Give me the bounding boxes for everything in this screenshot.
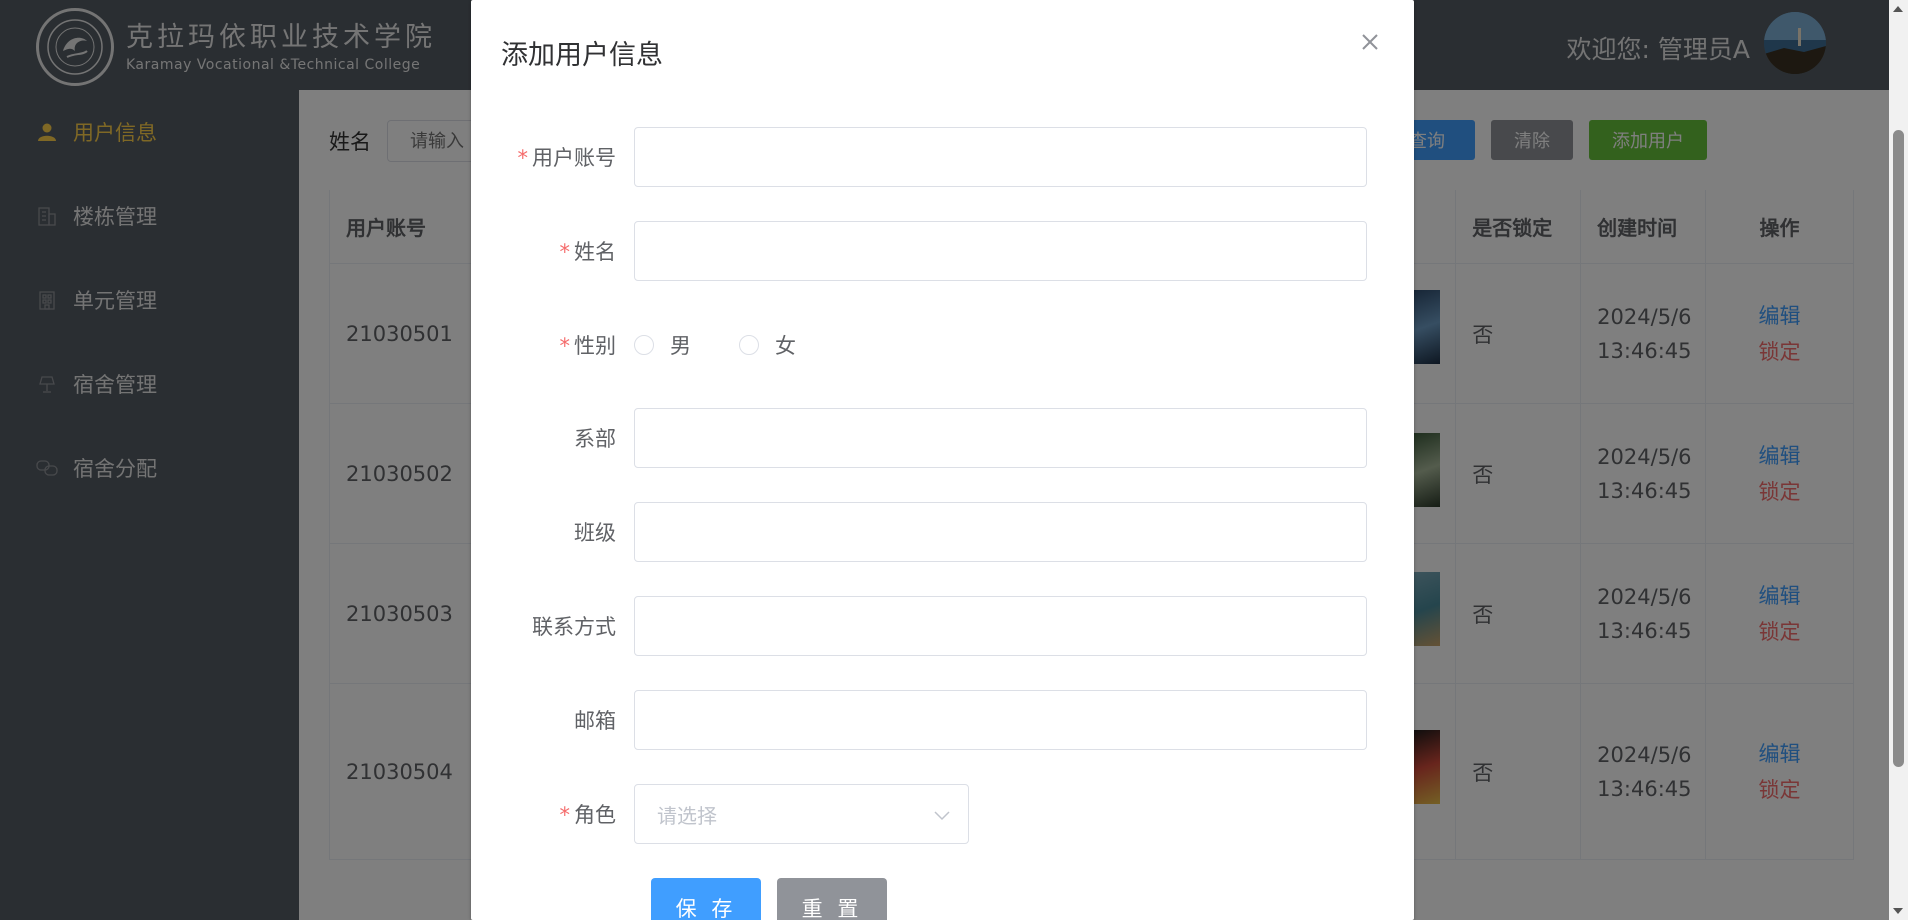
form-row-contact: 联系方式 — [471, 596, 1414, 656]
department-input[interactable] — [634, 408, 1367, 468]
name-label: 姓名 — [574, 240, 616, 264]
reset-button[interactable]: 重 置 — [777, 878, 887, 920]
form-row-class: 班级 — [471, 502, 1414, 562]
scrollbar-thumb[interactable] — [1893, 130, 1904, 767]
radio-label: 女 — [775, 334, 796, 358]
save-button[interactable]: 保 存 — [651, 878, 761, 920]
form-row-department: 系部 — [471, 408, 1414, 468]
radio-label: 男 — [670, 334, 691, 358]
dialog-title: 添加用户信息 — [501, 40, 663, 71]
gender-label: 性别 — [574, 334, 616, 358]
gender-female-radio[interactable]: 女 — [739, 330, 796, 360]
role-label: 角色 — [574, 803, 616, 827]
radio-circle[interactable] — [634, 335, 654, 355]
contact-input[interactable] — [634, 596, 1367, 656]
gender-radio-group: 男 女 — [634, 330, 844, 360]
form-row-name: * 姓名 — [471, 221, 1414, 281]
role-select[interactable]: 请选择 — [634, 784, 969, 844]
form-row-email: 邮箱 — [471, 690, 1414, 750]
radio-circle[interactable] — [739, 335, 759, 355]
department-label: 系部 — [574, 427, 616, 451]
form-row-account: * 用户账号 — [471, 127, 1414, 187]
required-mark: * — [559, 334, 571, 358]
required-mark: * — [559, 240, 571, 264]
contact-label: 联系方式 — [532, 615, 616, 639]
required-mark: * — [559, 803, 571, 827]
chevron-down-icon — [934, 802, 950, 826]
scroll-up-arrow-icon[interactable] — [1893, 6, 1903, 12]
class-input[interactable] — [634, 502, 1367, 562]
role-select-placeholder: 请选择 — [657, 803, 717, 828]
email-input[interactable] — [634, 690, 1367, 750]
name-input[interactable] — [634, 221, 1367, 281]
required-mark: * — [517, 146, 529, 170]
form-row-gender: * 性别 男 女 — [471, 315, 1414, 375]
scroll-down-arrow-icon[interactable] — [1893, 908, 1903, 914]
account-label: 用户账号 — [532, 146, 616, 170]
account-input[interactable] — [634, 127, 1367, 187]
class-label: 班级 — [574, 521, 616, 545]
close-icon[interactable] — [1356, 28, 1384, 56]
add-user-dialog: 添加用户信息 * 用户账号 * 姓名 * 性别 男 女 系部 班级 联系方式 邮箱 *… — [471, 0, 1414, 920]
page-scrollbar[interactable] — [1889, 0, 1908, 920]
form-row-role: * 角色 请选择 — [471, 784, 1414, 844]
gender-male-radio[interactable]: 男 — [634, 330, 691, 360]
email-label: 邮箱 — [574, 709, 616, 733]
